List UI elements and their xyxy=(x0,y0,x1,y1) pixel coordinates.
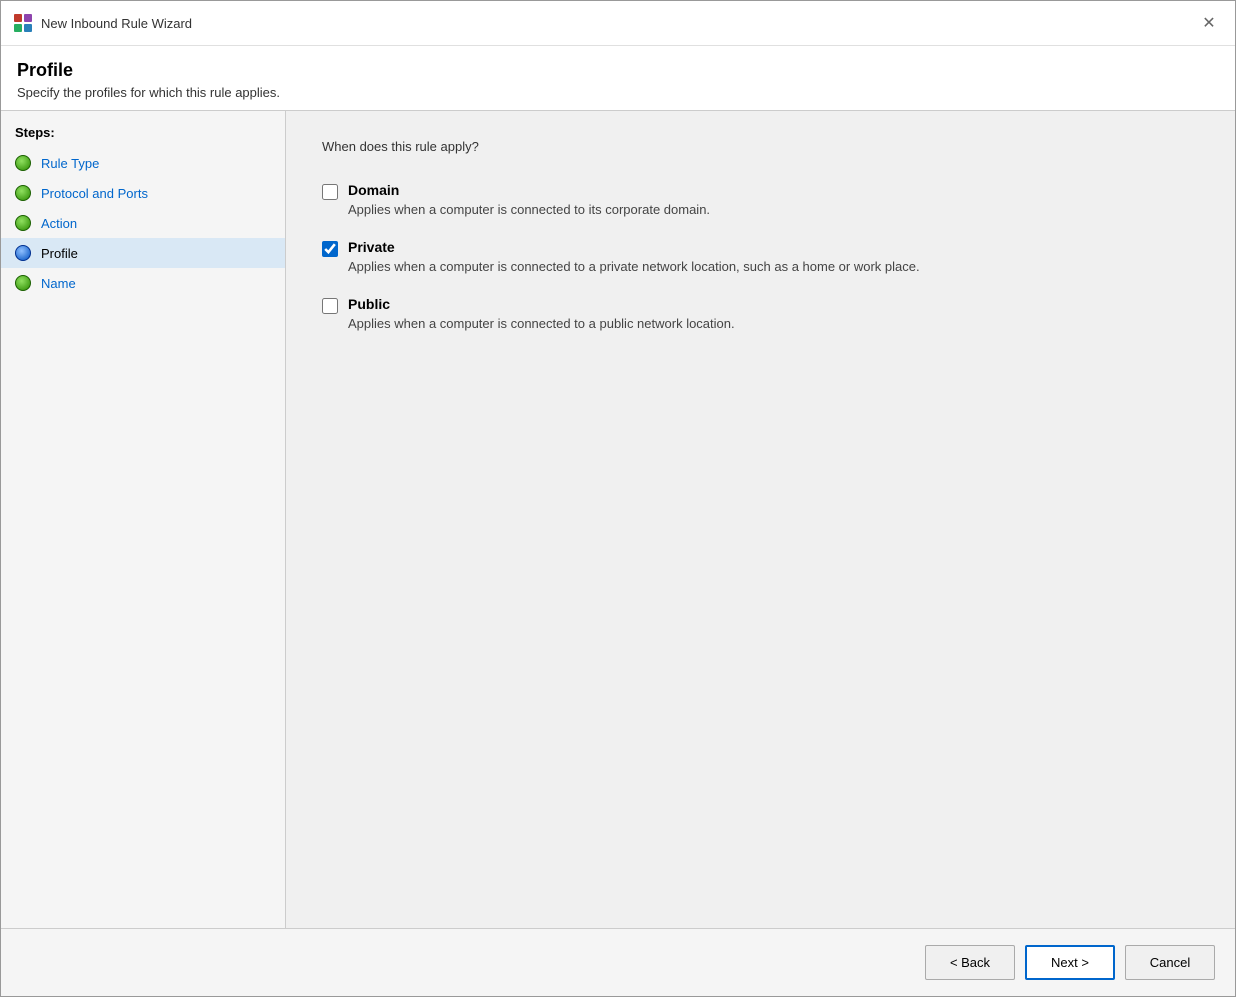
step-label-name: Name xyxy=(41,276,76,291)
page-subtitle: Specify the profiles for which this rule… xyxy=(17,85,1219,100)
step-dot-protocol-and-ports xyxy=(15,185,31,201)
title-bar-left: New Inbound Rule Wizard xyxy=(13,12,192,35)
sidebar-item-profile[interactable]: Profile xyxy=(1,238,285,268)
option-item-domain: Domain Applies when a computer is connec… xyxy=(322,182,1199,219)
footer: < Back Next > Cancel xyxy=(1,928,1235,996)
next-button[interactable]: Next > xyxy=(1025,945,1115,980)
step-label-action: Action xyxy=(41,216,77,231)
sidebar-item-protocol-and-ports[interactable]: Protocol and Ports xyxy=(1,178,285,208)
domain-checkbox[interactable] xyxy=(322,184,338,200)
cancel-button[interactable]: Cancel xyxy=(1125,945,1215,980)
option-item-private: Private Applies when a computer is conne… xyxy=(322,239,1199,276)
public-label[interactable]: Public xyxy=(348,296,735,312)
app-icon xyxy=(13,12,33,35)
sidebar-item-action[interactable]: Action xyxy=(1,208,285,238)
step-label-profile: Profile xyxy=(41,246,78,261)
back-button[interactable]: < Back xyxy=(925,945,1015,980)
header-section: Profile Specify the profiles for which t… xyxy=(1,46,1235,111)
steps-label: Steps: xyxy=(1,125,285,148)
step-dot-action xyxy=(15,215,31,231)
step-label-rule-type: Rule Type xyxy=(41,156,99,171)
domain-label[interactable]: Domain xyxy=(348,182,710,198)
main-content: Steps: Rule Type Protocol and Ports Acti… xyxy=(1,111,1235,928)
private-label[interactable]: Private xyxy=(348,239,920,255)
sidebar: Steps: Rule Type Protocol and Ports Acti… xyxy=(1,111,286,928)
sidebar-item-rule-type[interactable]: Rule Type xyxy=(1,148,285,178)
step-label-protocol-and-ports: Protocol and Ports xyxy=(41,186,148,201)
public-description: Applies when a computer is connected to … xyxy=(348,315,735,333)
option-group: Domain Applies when a computer is connec… xyxy=(322,182,1199,334)
wizard-window: New Inbound Rule Wizard ✕ Profile Specif… xyxy=(0,0,1236,997)
private-checkbox[interactable] xyxy=(322,241,338,257)
private-description: Applies when a computer is connected to … xyxy=(348,258,920,276)
step-dot-profile xyxy=(15,245,31,261)
question-text: When does this rule apply? xyxy=(322,139,1199,154)
sidebar-item-name[interactable]: Name xyxy=(1,268,285,298)
close-button[interactable]: ✕ xyxy=(1195,9,1223,37)
page-title: Profile xyxy=(17,60,1219,81)
option-item-public: Public Applies when a computer is connec… xyxy=(322,296,1199,333)
public-checkbox[interactable] xyxy=(322,298,338,314)
title-bar: New Inbound Rule Wizard ✕ xyxy=(1,1,1235,46)
step-dot-rule-type xyxy=(15,155,31,171)
content-panel: When does this rule apply? Domain Applie… xyxy=(286,111,1235,928)
window-title: New Inbound Rule Wizard xyxy=(41,16,192,31)
step-dot-name xyxy=(15,275,31,291)
domain-description: Applies when a computer is connected to … xyxy=(348,201,710,219)
